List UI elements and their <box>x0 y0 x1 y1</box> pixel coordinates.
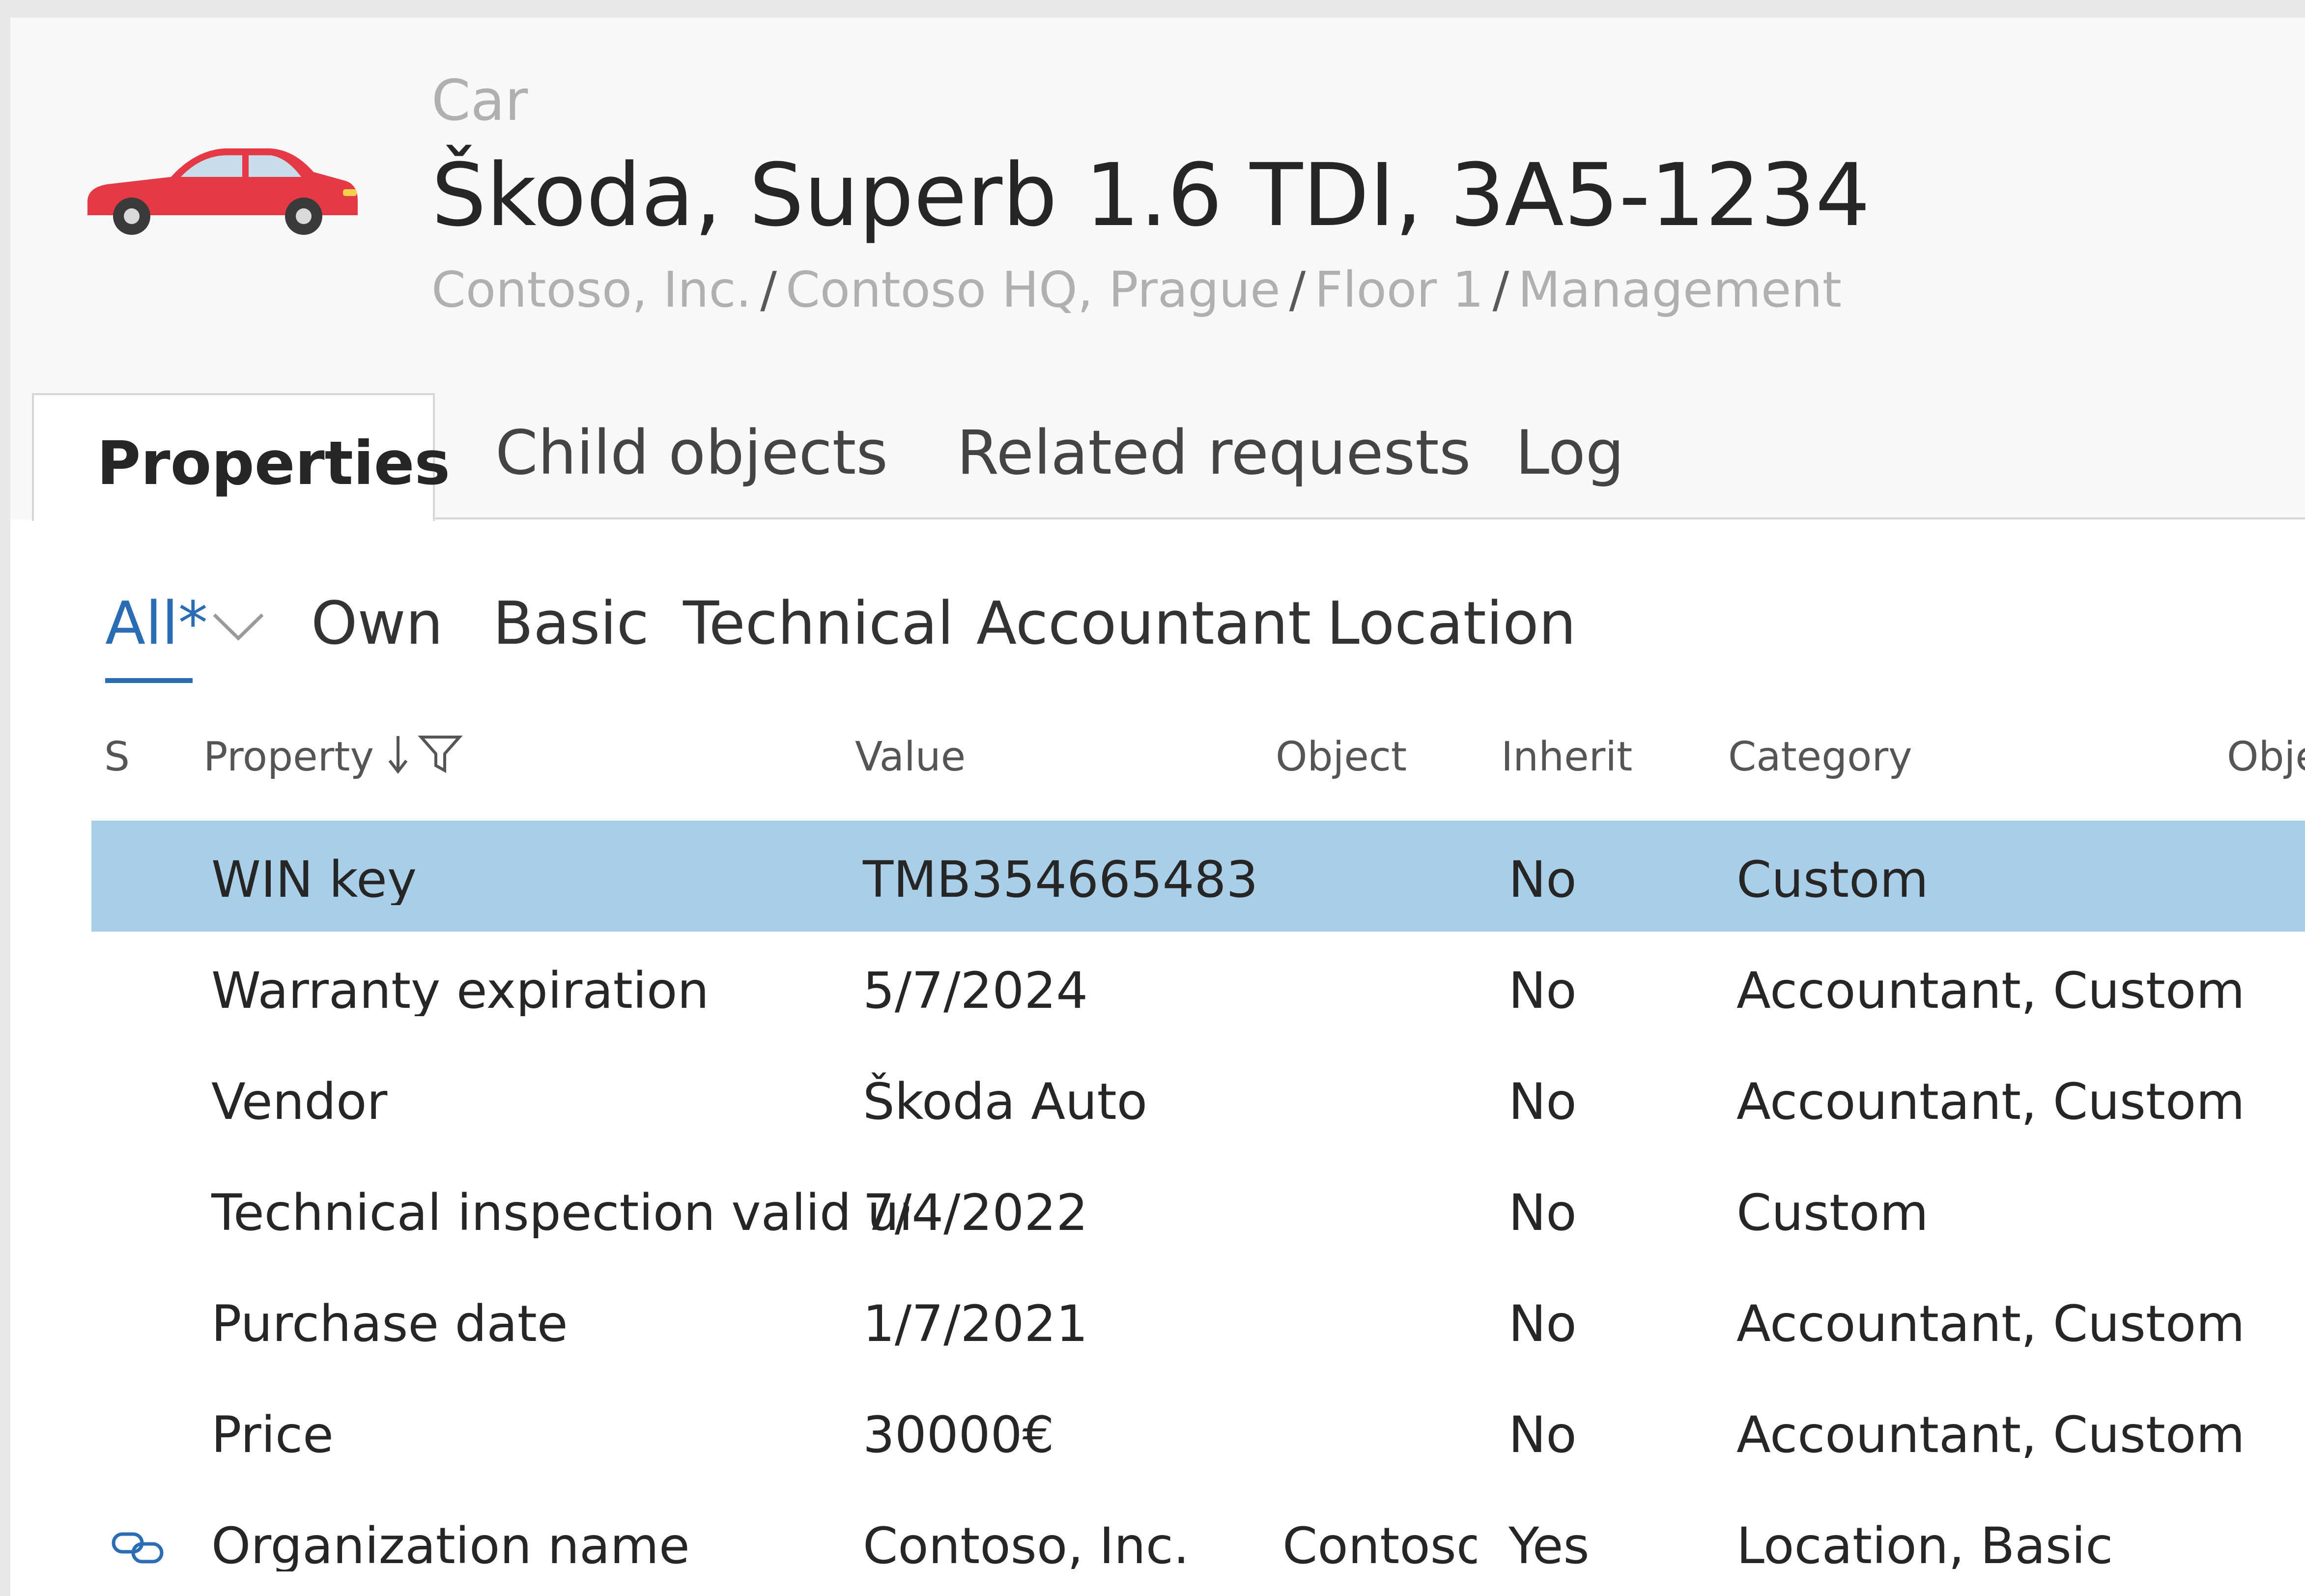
tab-label: Properties <box>97 428 451 498</box>
breadcrumb-item[interactable]: Management <box>1518 261 1842 318</box>
filter-accountant[interactable]: Accountant <box>976 595 1311 654</box>
column-header-category[interactable]: Category <box>1728 737 1912 777</box>
cell-property: Technical inspection valid ur <box>211 1188 909 1238</box>
column-header-object-2[interactable]: Obje <box>2227 737 2305 777</box>
cell-value: Contoso, Inc. <box>863 1517 1190 1575</box>
column-header-object[interactable]: Object <box>1276 737 1407 777</box>
object-type: Car <box>431 68 528 133</box>
column-header-inherit[interactable]: Inherit <box>1501 737 1632 777</box>
table-row[interactable]: Price 30000€ No Accountant, Custom <box>91 1376 2305 1487</box>
tab-child-objects[interactable]: Child objects <box>495 423 888 484</box>
column-header-property[interactable]: Property <box>203 737 374 777</box>
cell-category: Accountant, Custom <box>1736 962 2245 1020</box>
breadcrumb-item[interactable]: Contoso, Inc. <box>431 261 751 318</box>
cell-property: Price <box>211 1410 334 1460</box>
cell-property: WIN key <box>211 855 417 905</box>
car-icon <box>87 148 358 235</box>
table-row[interactable]: Technical inspection valid ur 7/4/2022 N… <box>91 1154 2305 1265</box>
tab-log[interactable]: Log <box>1515 423 1624 484</box>
table-row[interactable]: Organization name Contoso, Inc. Contoso,… <box>91 1487 2305 1596</box>
link-icon <box>112 1532 164 1564</box>
cell-value: 5/7/2024 <box>863 962 1088 1020</box>
breadcrumb-item[interactable]: Contoso HQ, Prague <box>786 261 1281 318</box>
cell-inherit: No <box>1508 1295 1577 1353</box>
breadcrumb: Contoso, Inc. / Contoso HQ, Prague / Floor 1… <box>431 261 1842 318</box>
breadcrumb-item[interactable]: Floor 1 <box>1314 261 1483 318</box>
cell-inherit: No <box>1508 1073 1577 1131</box>
cell-value: 7/4/2022 <box>863 1184 1088 1242</box>
cell-inherit: No <box>1508 962 1577 1020</box>
cell-property: Vendor <box>211 1077 388 1127</box>
cell-value: Škoda Auto <box>863 1073 1148 1131</box>
filter-basic[interactable]: Basic <box>493 595 649 654</box>
table-row[interactable]: WIN key TMB354665483 No Custom <box>91 821 2305 932</box>
column-header-status[interactable]: S <box>104 737 130 777</box>
table-row[interactable]: Vendor Škoda Auto No Accountant, Custom <box>91 1043 2305 1154</box>
cell-value: TMB354665483 <box>863 851 1258 909</box>
chevron-down-icon[interactable] <box>211 611 265 643</box>
cell-object: Contoso, <box>1282 1521 1477 1571</box>
sort-filter-icon[interactable] <box>386 732 464 776</box>
page-title: Škoda, Superb 1.6 TDI, 3A5-1234 <box>431 145 1871 246</box>
cell-property: Warranty expiration <box>211 966 710 1016</box>
column-header-value[interactable]: Value <box>855 737 966 777</box>
cell-inherit: Yes <box>1508 1517 1590 1575</box>
cell-value: 1/7/2021 <box>863 1295 1088 1353</box>
table-row[interactable]: Purchase date 1/7/2021 No Accountant, Cu… <box>91 1265 2305 1376</box>
cell-category: Accountant, Custom <box>1736 1406 2245 1464</box>
tab-properties[interactable]: Properties <box>32 393 450 521</box>
filter-location[interactable]: Location <box>1327 595 1576 654</box>
cell-category: Custom <box>1736 1184 1929 1242</box>
cell-property: Purchase date <box>211 1299 568 1349</box>
cell-category: Location, Basic <box>1736 1517 2113 1575</box>
cell-property: Organization name <box>211 1521 690 1571</box>
table-row[interactable]: Warranty expiration 5/7/2024 No Accounta… <box>91 932 2305 1043</box>
filter-all[interactable]: All* <box>105 595 208 654</box>
tab-related-requests[interactable]: Related requests <box>957 423 1471 484</box>
cell-value: 30000€ <box>863 1406 1054 1464</box>
filter-own[interactable]: Own <box>311 595 443 654</box>
filter-technical[interactable]: Technical <box>683 595 954 654</box>
cell-category: Accountant, Custom <box>1736 1073 2245 1131</box>
active-filter-indicator <box>105 678 193 683</box>
cell-inherit: No <box>1508 1184 1577 1242</box>
cell-category: Accountant, Custom <box>1736 1295 2245 1353</box>
cell-category: Custom <box>1736 851 1929 909</box>
cell-inherit: No <box>1508 1406 1577 1464</box>
cell-inherit: No <box>1508 851 1577 909</box>
